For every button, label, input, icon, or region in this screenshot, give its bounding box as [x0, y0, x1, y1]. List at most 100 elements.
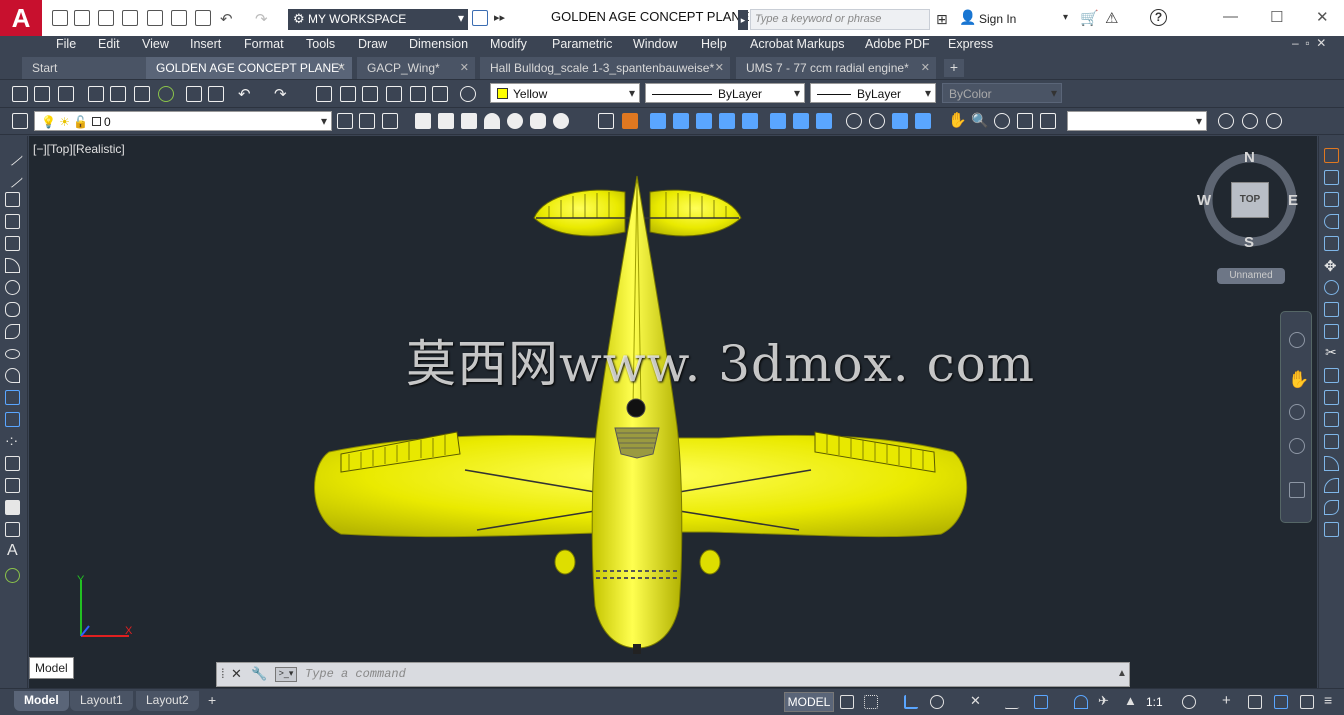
customization-menu-icon[interactable]: ≡ [1324, 693, 1338, 709]
3d-print-icon[interactable] [158, 86, 174, 102]
array-icon[interactable] [1324, 236, 1339, 251]
polar-tracking-icon[interactable] [930, 695, 944, 709]
walk-icon[interactable] [1040, 113, 1056, 129]
menu-edit[interactable]: Edit [98, 36, 120, 53]
extrude-icon[interactable] [650, 113, 666, 129]
ellipse-icon[interactable] [5, 349, 20, 359]
subtract-icon[interactable] [793, 113, 809, 129]
properties-icon[interactable] [316, 86, 332, 102]
cmdline-grip-icon[interactable]: ⁞ [221, 666, 225, 681]
orbit-icon[interactable] [994, 113, 1010, 129]
help-icon[interactable] [460, 86, 476, 102]
tab-hall-bulldog[interactable]: Hall Bulldog_scale 1-3_spantenbauweise* ✕ [480, 57, 730, 79]
open-web-icon[interactable] [147, 10, 163, 26]
menu-help[interactable]: Help [701, 36, 727, 53]
ortho-icon[interactable] [904, 695, 918, 709]
zoom-icon[interactable]: 🔍 [971, 112, 988, 129]
store-cart-icon[interactable]: 🛒 [1080, 9, 1099, 27]
loft-icon[interactable] [742, 113, 758, 129]
sheet-set-icon[interactable] [386, 86, 402, 102]
recent-commands-icon[interactable]: >_▾ [275, 667, 297, 682]
3d-move-icon[interactable] [846, 113, 862, 129]
stretch-icon[interactable] [1324, 324, 1339, 339]
new-icon[interactable] [52, 10, 68, 26]
markup-icon[interactable] [410, 86, 426, 102]
menu-insert[interactable]: Insert [190, 36, 221, 53]
wedge-icon[interactable] [461, 113, 477, 129]
design-center-icon[interactable] [340, 86, 356, 102]
menu-tools[interactable]: Tools [306, 36, 335, 53]
menu-draw[interactable]: Draw [358, 36, 387, 53]
helix-icon[interactable] [598, 113, 614, 129]
layer-previous-icon[interactable] [359, 113, 375, 129]
close-icon[interactable]: ✕ [1316, 8, 1329, 26]
line-icon[interactable] [1, 144, 24, 167]
polysolid-icon[interactable] [415, 113, 431, 129]
zoom-extents-icon[interactable] [1289, 404, 1305, 420]
add-layout-icon[interactable]: + [208, 692, 216, 708]
sign-in-dropdown-icon[interactable]: ▾ [1063, 12, 1068, 23]
save-web-icon[interactable] [171, 10, 187, 26]
open-icon[interactable] [74, 10, 90, 26]
constrained-orbit-icon[interactable] [1266, 113, 1282, 129]
viewcube-top-face[interactable]: TOP [1231, 182, 1269, 218]
construction-line-icon[interactable] [1, 166, 24, 189]
blend-curves-icon[interactable] [1324, 500, 1339, 515]
undo-icon[interactable]: ↶ [238, 85, 251, 103]
gradient-icon[interactable] [5, 478, 20, 493]
share-icon[interactable] [472, 10, 488, 26]
command-history-icon[interactable]: ▲ [1117, 668, 1127, 679]
free-orbit-icon[interactable] [1218, 113, 1234, 129]
menu-acrobat-markups[interactable]: Acrobat Markups [750, 36, 844, 53]
make-current-icon[interactable] [337, 113, 353, 129]
rotate-icon[interactable] [1324, 280, 1339, 295]
orbit-icon[interactable] [1289, 438, 1305, 454]
doc-window-controls[interactable]: – ▫ ✕ [1292, 36, 1326, 50]
menu-adobe-pdf[interactable]: Adobe PDF [865, 36, 930, 53]
insert-block-icon[interactable] [5, 390, 20, 405]
a360-icon[interactable]: ⚠ [1105, 9, 1118, 27]
multiline-text-icon[interactable]: A [7, 542, 18, 560]
intersect-icon[interactable] [816, 113, 832, 129]
color-dropdown[interactable]: Yellow [490, 83, 640, 103]
annotation-monitor-icon[interactable]: + [1222, 693, 1236, 709]
box-icon[interactable] [438, 113, 454, 129]
binoculars-icon[interactable]: ⊞ [936, 11, 948, 28]
plot-preview-icon[interactable] [110, 86, 126, 102]
sphere-icon[interactable] [507, 113, 523, 129]
menu-modify[interactable]: Modify [490, 36, 527, 53]
quick-properties-icon[interactable] [1274, 695, 1288, 709]
menu-view[interactable]: View [142, 36, 169, 53]
save-as-icon[interactable] [122, 10, 138, 26]
customize-wrench-icon[interactable]: 🔧 [251, 666, 267, 682]
ucs-menu-button[interactable]: Unnamed [1217, 268, 1285, 284]
break-at-point-icon[interactable] [1324, 390, 1339, 405]
polygon-icon[interactable] [5, 214, 20, 229]
tab-close-icon[interactable]: ✕ [337, 61, 346, 74]
auto-scale-icon[interactable]: ✈ [1098, 694, 1112, 709]
3d-array-icon[interactable] [915, 113, 931, 129]
copy-icon[interactable] [1324, 170, 1339, 185]
snap-icon[interactable] [864, 695, 878, 709]
plot-icon[interactable] [195, 10, 211, 26]
arc-icon[interactable] [5, 258, 20, 273]
extend-icon[interactable] [1324, 368, 1339, 383]
close-icon[interactable]: ✕ [231, 666, 242, 682]
grid-icon[interactable] [840, 695, 854, 709]
tab-close-icon[interactable]: ✕ [460, 61, 469, 74]
publish-icon[interactable] [134, 86, 150, 102]
redo-icon[interactable]: ↷ [255, 10, 268, 28]
tab-close-icon[interactable]: ✕ [921, 61, 930, 74]
lineweight-dropdown[interactable]: ByLayer [810, 83, 936, 103]
search-input[interactable]: Type a keyword or phrase [750, 9, 930, 30]
ellipse-arc-icon[interactable] [5, 368, 20, 383]
clean-screen-icon[interactable] [1300, 695, 1314, 709]
make-block-icon[interactable] [5, 412, 20, 427]
tab-start[interactable]: Start [22, 57, 146, 79]
new-icon[interactable] [12, 86, 28, 102]
erase-icon[interactable] [1324, 148, 1339, 163]
chamfer-icon[interactable] [1324, 456, 1339, 471]
fillet-icon[interactable] [1324, 478, 1339, 493]
command-input[interactable]: Type a command [305, 667, 406, 681]
move-icon[interactable]: ✥ [1324, 257, 1337, 275]
